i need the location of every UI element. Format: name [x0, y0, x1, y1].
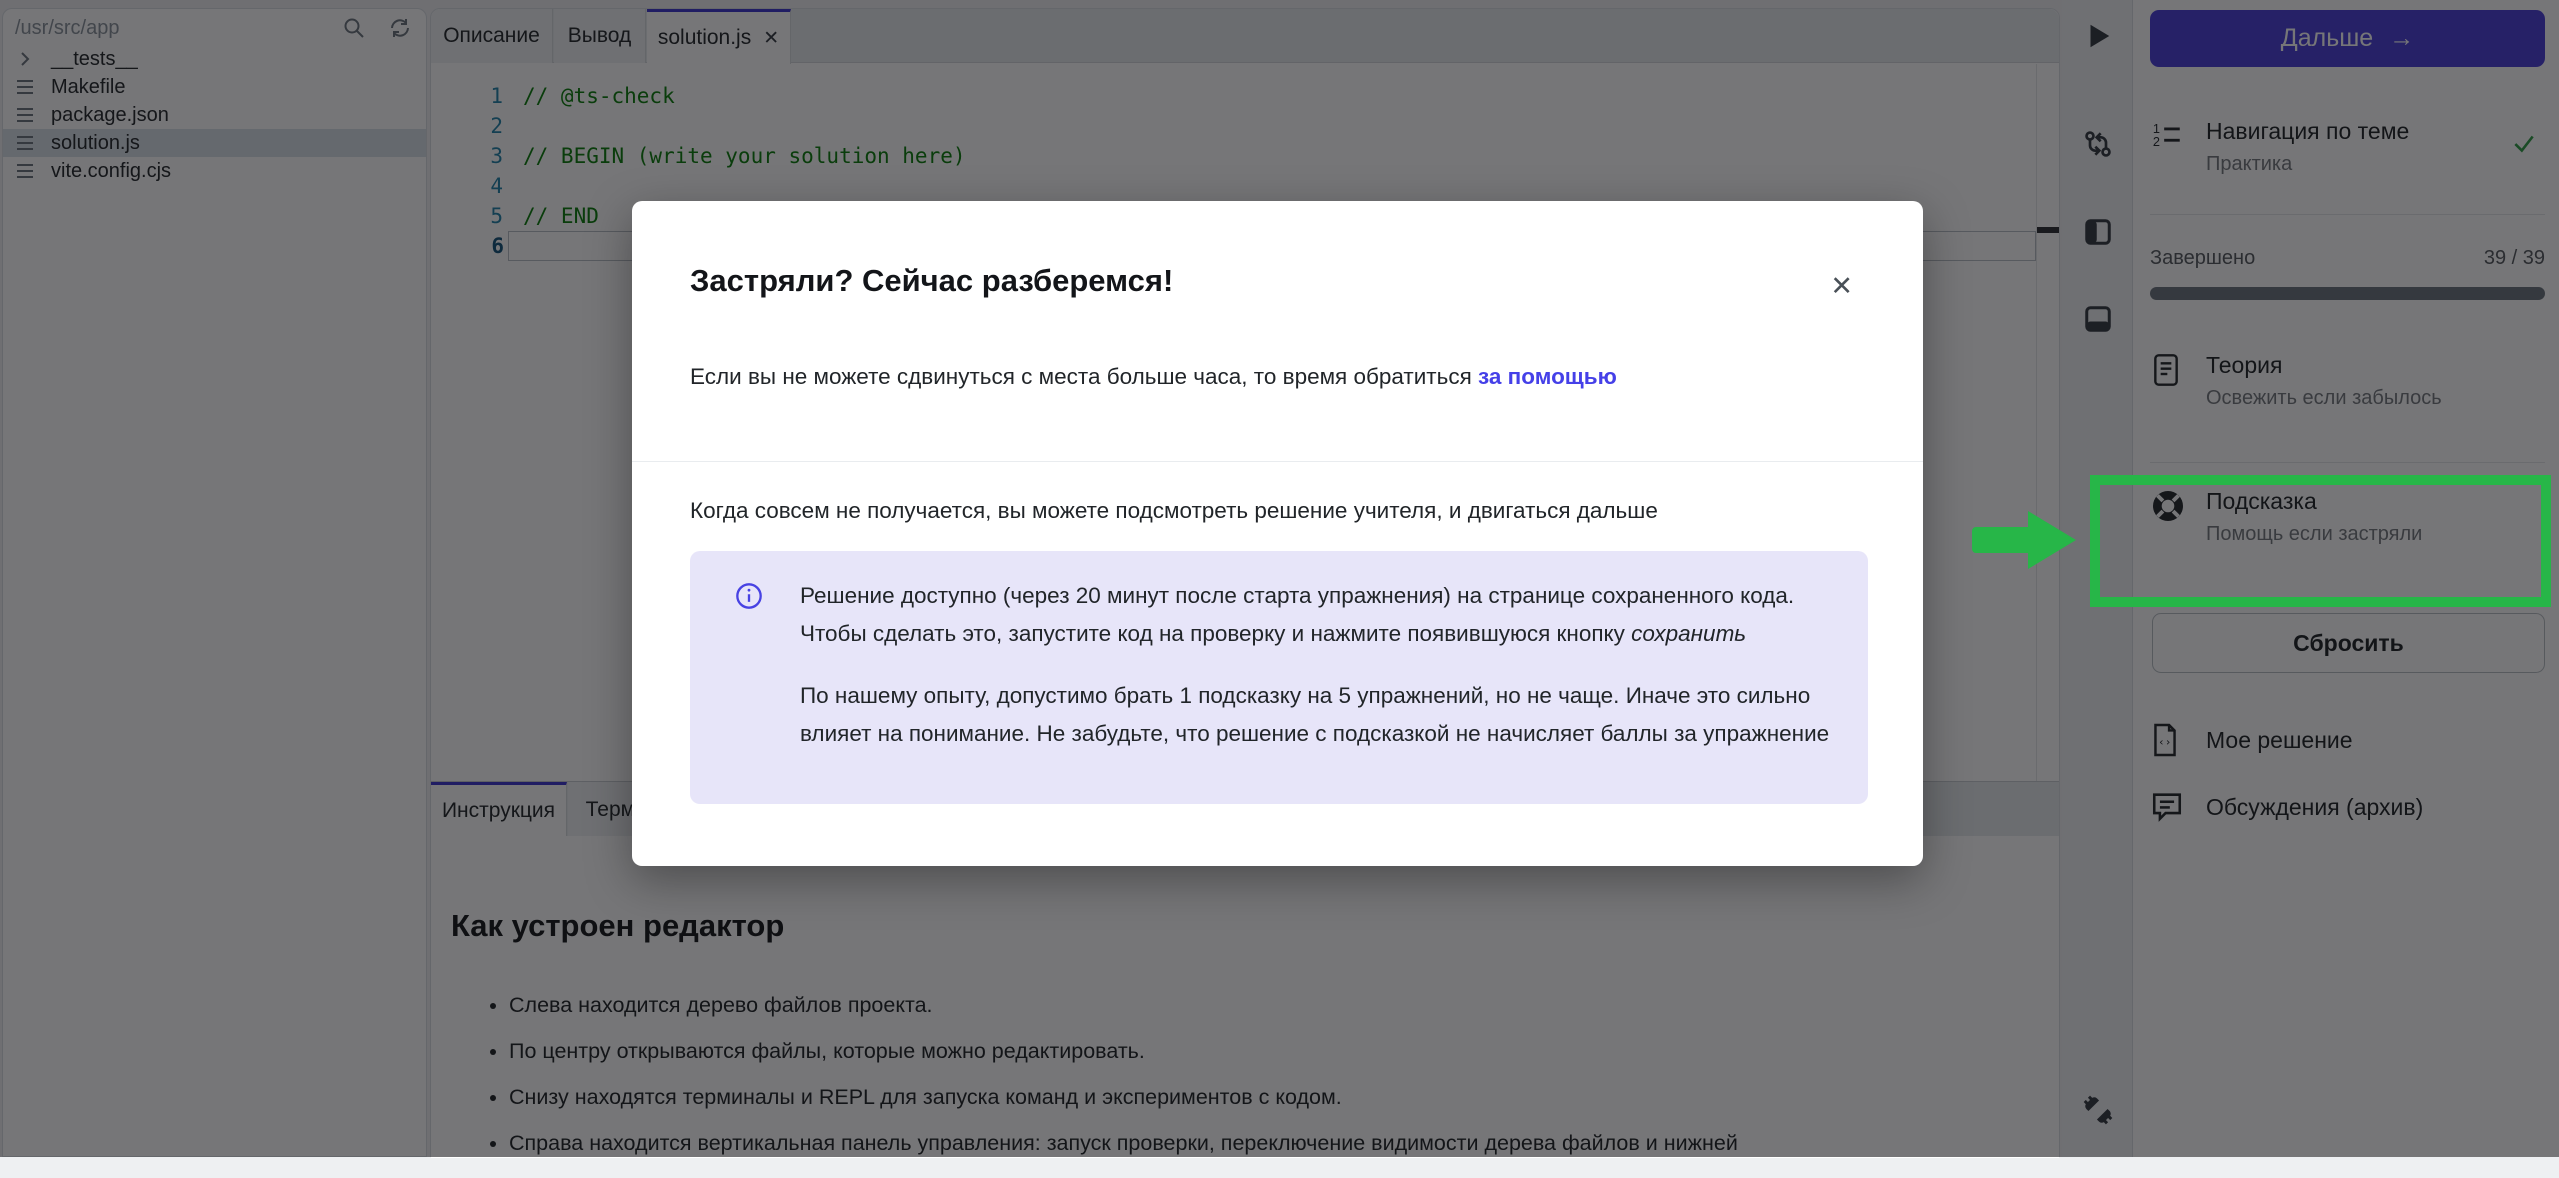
annotation-arrow-icon [1972, 505, 2080, 575]
note-text-part: По нашему опыту, допустимо брать 1 подск… [800, 677, 1830, 753]
modal-intro-text: Если вы не можете сдвинуться с места бол… [690, 364, 1870, 390]
intro-text: Если вы не можете сдвинуться с места бол… [690, 364, 1478, 389]
modal-title: Застряли? Сейчас разберемся! [690, 263, 1173, 299]
info-note: Решение доступно (через 20 минут после с… [690, 551, 1868, 804]
divider [632, 461, 1923, 462]
annotation-highlight-box [2090, 475, 2551, 607]
modal-paragraph: Когда совсем не получается, вы можете по… [690, 498, 1870, 524]
info-note-text: Решение доступно (через 20 минут после с… [800, 577, 1830, 753]
info-icon [735, 582, 763, 615]
note-text-italic: сохранить [1631, 621, 1746, 646]
stuck-help-modal: Застряли? Сейчас разберемся! ✕ Если вы н… [632, 201, 1923, 866]
close-icon[interactable]: ✕ [1830, 273, 1853, 300]
help-link[interactable]: за помощью [1478, 364, 1617, 389]
